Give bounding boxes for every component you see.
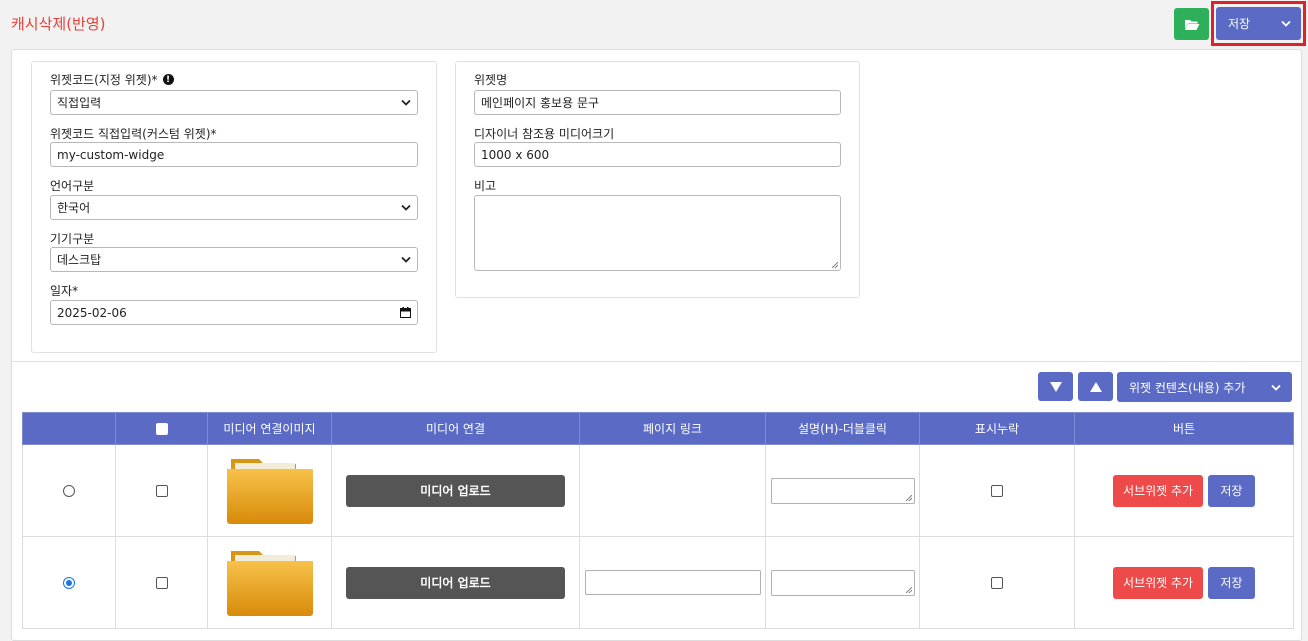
section-divider (12, 361, 1301, 362)
table-row: 미디어 업로드 서브위젯 추가 저장 (22, 444, 1294, 537)
language-select[interactable]: 한국어 (50, 195, 418, 220)
language-label: 언어구분 (50, 179, 95, 193)
description-cell (765, 536, 920, 629)
media-upload-button[interactable]: 미디어 업로드 (346, 566, 565, 599)
add-widget-content-button[interactable]: 위젯 컨텐츠(내용) 추가 (1117, 372, 1292, 402)
chevron-down-icon (401, 256, 411, 263)
widget-name-input[interactable]: 메인페이지 홍보용 문구 (474, 90, 841, 115)
widget-content-table: 미디어 연결이미지 미디어 연결 페이지 링크 설명(H)-더블클릭 표시누락 … (22, 412, 1294, 629)
folder-open-icon (1184, 19, 1199, 30)
column-header-page-link: 페이지 링크 (579, 412, 766, 445)
language-value: 한국어 (57, 201, 91, 215)
page-title: 캐시삭제(반영) (11, 15, 106, 33)
media-link-cell: 미디어 업로드 (331, 444, 580, 537)
resize-grip-icon[interactable] (905, 586, 912, 593)
page-link-input[interactable] (584, 570, 761, 595)
triangle-down-icon (1049, 381, 1062, 392)
triangle-up-icon (1089, 381, 1102, 392)
chevron-down-icon (401, 204, 411, 211)
select-all-checkbox[interactable] (155, 423, 168, 435)
row-save-button[interactable]: 저장 (1207, 566, 1255, 599)
move-up-button[interactable] (1078, 372, 1113, 401)
description-cell (765, 444, 920, 537)
buttons-cell: 서브위젯 추가 저장 (1074, 536, 1294, 629)
info-icon[interactable]: ! (162, 74, 174, 85)
resize-grip-icon[interactable] (832, 262, 838, 268)
remarks-label: 비고 (474, 179, 497, 193)
row-select-radio[interactable] (63, 485, 75, 497)
main-panel: 위젯코드(지정 위젯)* ! 직접입력 위젯코드 직접입력(커스텀 위젯)* m… (11, 49, 1302, 641)
date-label: 일자* (50, 284, 79, 298)
device-label: 기기구분 (50, 232, 95, 246)
page-link-cell (579, 444, 766, 537)
column-header-select (22, 412, 116, 445)
add-sub-widget-button[interactable]: 서브위젯 추가 (1113, 566, 1204, 599)
row-select-cell (22, 536, 116, 629)
media-upload-button[interactable]: 미디어 업로드 (346, 474, 565, 507)
folder-image-icon[interactable] (225, 545, 315, 617)
widget-name-label: 위젯명 (474, 73, 508, 87)
add-widget-content-label: 위젯 컨텐츠(내용) 추가 (1129, 380, 1246, 395)
folder-image-icon[interactable] (225, 453, 315, 525)
save-dropdown-button[interactable]: 저장 (1216, 7, 1301, 40)
device-select[interactable]: 데스크탑 (50, 247, 418, 272)
calendar-icon[interactable] (400, 307, 411, 318)
widget-code-value: 직접입력 (57, 96, 102, 110)
widget-detail-card: 위젯명 메인페이지 홍보용 문구 디자이너 참조용 미디어크기 1000 x 6… (455, 61, 860, 298)
resize-grip-icon[interactable] (905, 494, 912, 501)
chevron-down-icon (1271, 384, 1281, 391)
date-value: 2025-02-06 (57, 305, 127, 320)
hide-cell (919, 536, 1075, 629)
save-label: 저장 (1228, 17, 1251, 31)
date-input[interactable]: 2025-02-06 (50, 300, 418, 325)
widget-code-select[interactable]: 직접입력 (50, 90, 418, 115)
chevron-down-icon (1281, 20, 1291, 27)
media-size-label: 디자이너 참조용 미디어크기 (474, 127, 615, 141)
device-value: 데스크탑 (57, 253, 102, 267)
column-header-description: 설명(H)-더블클릭 (765, 412, 920, 445)
row-checkbox[interactable] (155, 485, 168, 497)
column-header-media-image: 미디어 연결이미지 (207, 412, 332, 445)
hide-checkbox[interactable] (991, 577, 1003, 589)
media-image-cell (207, 536, 332, 629)
widget-code-custom-value: my-custom-widge (57, 147, 165, 162)
open-folder-button[interactable] (1174, 8, 1209, 40)
widget-name-value: 메인페이지 홍보용 문구 (481, 96, 600, 110)
row-check-cell (115, 444, 208, 537)
widget-code-custom-input[interactable]: my-custom-widge (50, 142, 418, 167)
column-header-buttons: 버튼 (1074, 412, 1294, 445)
row-select-cell (22, 444, 116, 537)
move-down-button[interactable] (1038, 372, 1073, 401)
widget-code-label: 위젯코드(지정 위젯)* ! (50, 71, 174, 88)
column-header-check (115, 412, 208, 445)
media-size-input[interactable]: 1000 x 600 (474, 142, 841, 167)
remarks-textarea[interactable] (474, 195, 841, 271)
buttons-cell: 서브위젯 추가 저장 (1074, 444, 1294, 537)
row-checkbox[interactable] (155, 577, 168, 589)
widget-info-card: 위젯코드(지정 위젯)* ! 직접입력 위젯코드 직접입력(커스텀 위젯)* m… (31, 61, 437, 353)
row-check-cell (115, 536, 208, 629)
widget-code-custom-label: 위젯코드 직접입력(커스텀 위젯)* (50, 127, 217, 141)
row-save-button[interactable]: 저장 (1207, 474, 1255, 507)
hide-cell (919, 444, 1075, 537)
row-select-radio[interactable] (63, 577, 75, 589)
column-header-media-link: 미디어 연결 (331, 412, 580, 445)
chevron-down-icon (401, 99, 411, 106)
description-textarea[interactable] (770, 569, 915, 596)
media-link-cell: 미디어 업로드 (331, 536, 580, 629)
table-row: 미디어 업로드 서브위젯 추가 저장 (22, 536, 1294, 629)
description-textarea[interactable] (770, 477, 915, 504)
add-sub-widget-button[interactable]: 서브위젯 추가 (1113, 474, 1204, 507)
hide-checkbox[interactable] (991, 485, 1003, 497)
table-header-row: 미디어 연결이미지 미디어 연결 페이지 링크 설명(H)-더블클릭 표시누락 … (22, 412, 1294, 445)
widget-code-label-text: 위젯코드(지정 위젯)* (50, 73, 158, 87)
media-image-cell (207, 444, 332, 537)
column-header-hide: 표시누락 (919, 412, 1075, 445)
media-size-value: 1000 x 600 (481, 147, 550, 162)
page-link-cell (579, 536, 766, 629)
